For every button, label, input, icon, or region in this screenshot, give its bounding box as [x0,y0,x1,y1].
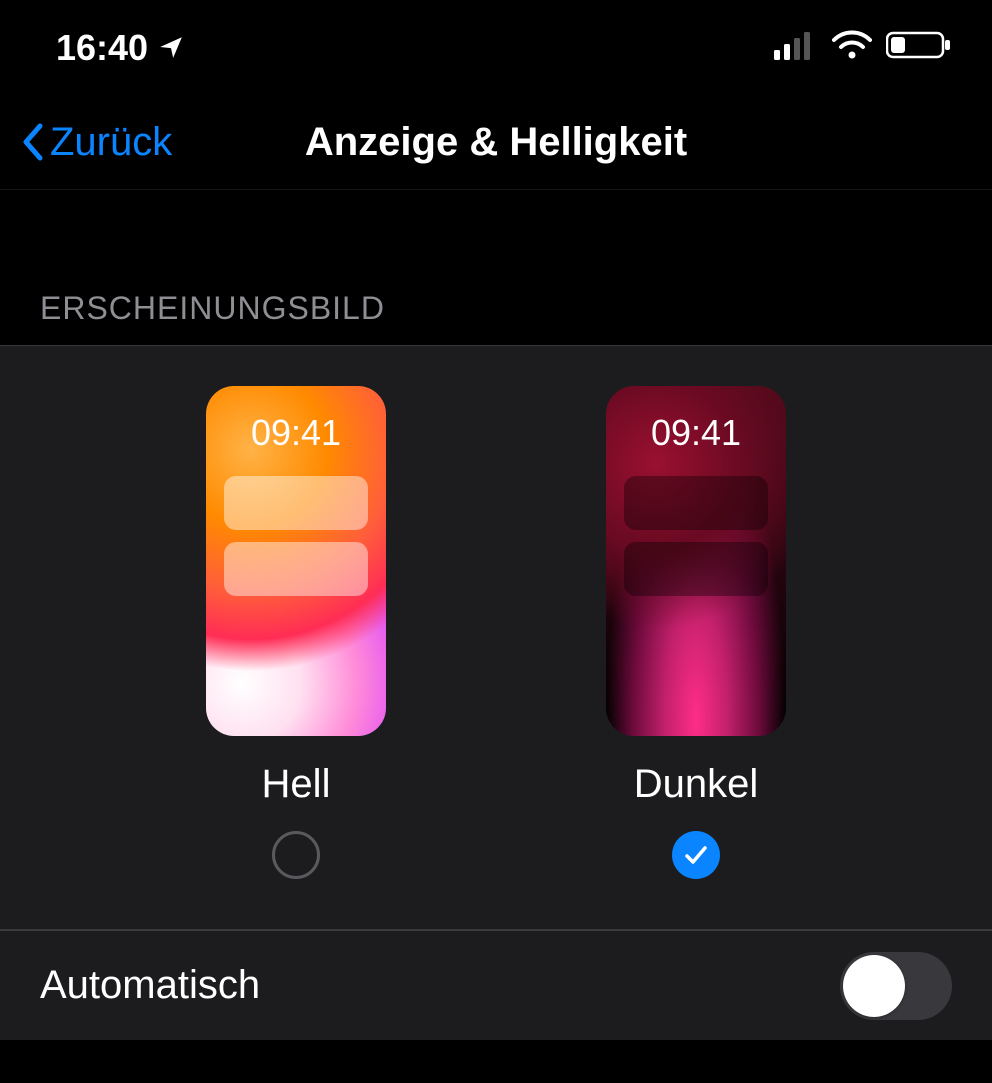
status-bar: 16:40 [0,0,992,95]
status-left: 16:40 [56,27,184,69]
appearance-option-light[interactable]: 09:41 Hell [206,386,386,879]
preview-light: 09:41 [206,386,386,736]
battery-icon [886,27,952,69]
status-right [774,27,952,69]
wifi-icon [832,27,872,69]
cellular-icon [774,27,818,69]
appearance-option-dark[interactable]: 09:41 Dunkel [606,386,786,879]
back-label: Zurück [50,120,172,165]
chevron-left-icon [18,118,46,166]
automatic-label: Automatisch [40,963,260,1008]
appearance-cell: 09:41 Hell 09:41 Dunkel [0,345,992,930]
preview-widget [624,476,768,530]
back-button[interactable]: Zurück [18,118,172,166]
section-header-appearance: ERSCHEINUNGSBILD [0,190,992,345]
toggle-knob [843,955,905,1017]
preview-widget [224,542,368,596]
check-icon [682,841,710,869]
preview-widget [624,542,768,596]
appearance-label-dark: Dunkel [634,762,759,807]
automatic-toggle[interactable] [840,952,952,1020]
appearance-label-light: Hell [262,762,331,807]
preview-dark: 09:41 [606,386,786,736]
preview-widget [224,476,368,530]
nav-bar: Zurück Anzeige & Helligkeit [0,95,992,190]
appearance-options: 09:41 Hell 09:41 Dunkel [0,386,992,879]
preview-time-dark: 09:41 [606,412,786,454]
radio-dark[interactable] [672,831,720,879]
automatic-row: Automatisch [0,930,992,1040]
radio-light[interactable] [272,831,320,879]
location-icon [158,27,184,69]
preview-time-light: 09:41 [206,412,386,454]
status-time: 16:40 [56,27,148,69]
